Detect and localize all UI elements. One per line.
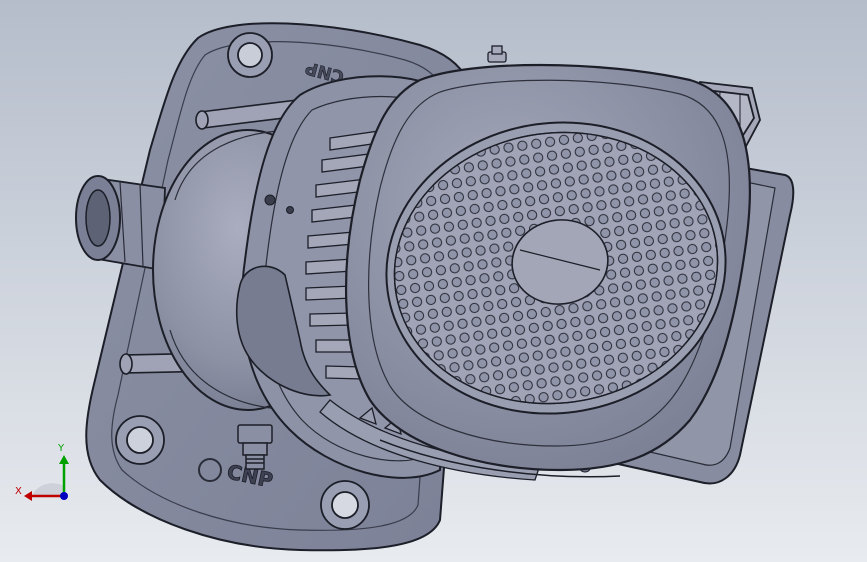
bolt-hole-bottom — [320, 480, 370, 530]
model-view[interactable]: CNP CNP — [0, 0, 867, 562]
view-orientation-triad[interactable]: X Y — [12, 440, 82, 510]
bolt-hole-left — [115, 415, 165, 465]
graphics-viewport[interactable]: CNP CNP X Y — [0, 0, 867, 562]
y-axis-label: Y — [58, 443, 65, 454]
adapter-screw-small — [286, 206, 294, 214]
bolt-hole-top — [227, 32, 273, 78]
x-axis-label: X — [15, 486, 22, 497]
triad-graphic — [24, 455, 69, 501]
inlet-nozzle[interactable] — [75, 175, 166, 272]
z-axis-point — [60, 492, 68, 500]
adapter-screw — [264, 194, 276, 206]
